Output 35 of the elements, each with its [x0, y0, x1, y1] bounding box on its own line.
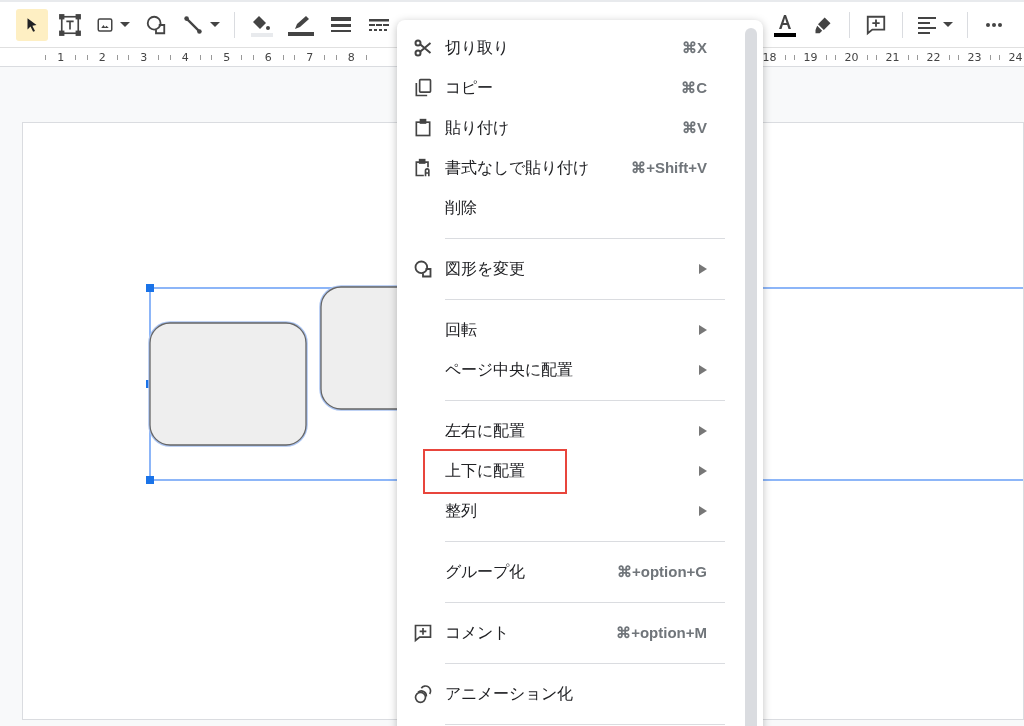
menu-item-label: ページ中央に配置	[445, 358, 573, 381]
ruler-number: 24	[1008, 50, 1023, 64]
menu-item-label: 書式なしで貼り付け	[445, 156, 589, 179]
ruler-number: 20	[844, 50, 859, 64]
ruler-number: 7	[306, 50, 314, 64]
menu-item-label: 上下に配置	[425, 450, 565, 492]
ruler-number: 22	[926, 50, 941, 64]
ruler-number: 3	[140, 50, 148, 64]
menu-item-label: アニメーション化	[445, 682, 573, 705]
menu-item-label: グループ化	[445, 560, 525, 583]
shortcut: ⌘+option+M	[616, 624, 707, 642]
shortcut: ⌘V	[682, 119, 707, 137]
ruler-number: 21	[885, 50, 900, 64]
menu-item-label: コメント	[445, 621, 509, 644]
menu-item-label: 貼り付け	[445, 116, 509, 139]
menu-item-label: 図形を変更	[445, 257, 525, 280]
menu-item-label: 切り取り	[445, 36, 509, 59]
ruler-number: 23	[967, 50, 982, 64]
shortcut: ⌘C	[681, 79, 707, 97]
ruler-number: 6	[264, 50, 272, 64]
menu-item-label: 削除	[445, 196, 477, 219]
ruler-number: 19	[803, 50, 818, 64]
ruler-number: 8	[347, 50, 355, 64]
ruler-number: 18	[762, 50, 777, 64]
shortcut: ⌘+Shift+V	[631, 159, 707, 177]
ruler-number: 1	[57, 50, 65, 64]
shortcut: ⌘X	[682, 39, 707, 57]
ruler-number: 2	[98, 50, 106, 64]
menu-item-label: 回転	[445, 318, 477, 341]
ruler-number: 4	[181, 50, 189, 64]
shortcut: ⌘+option+G	[617, 563, 707, 581]
menu-item-label: 左右に配置	[445, 419, 525, 442]
menu-item-label: 整列	[445, 499, 477, 522]
menu-item-label: コピー	[445, 76, 493, 99]
ruler-number: 5	[223, 50, 231, 64]
